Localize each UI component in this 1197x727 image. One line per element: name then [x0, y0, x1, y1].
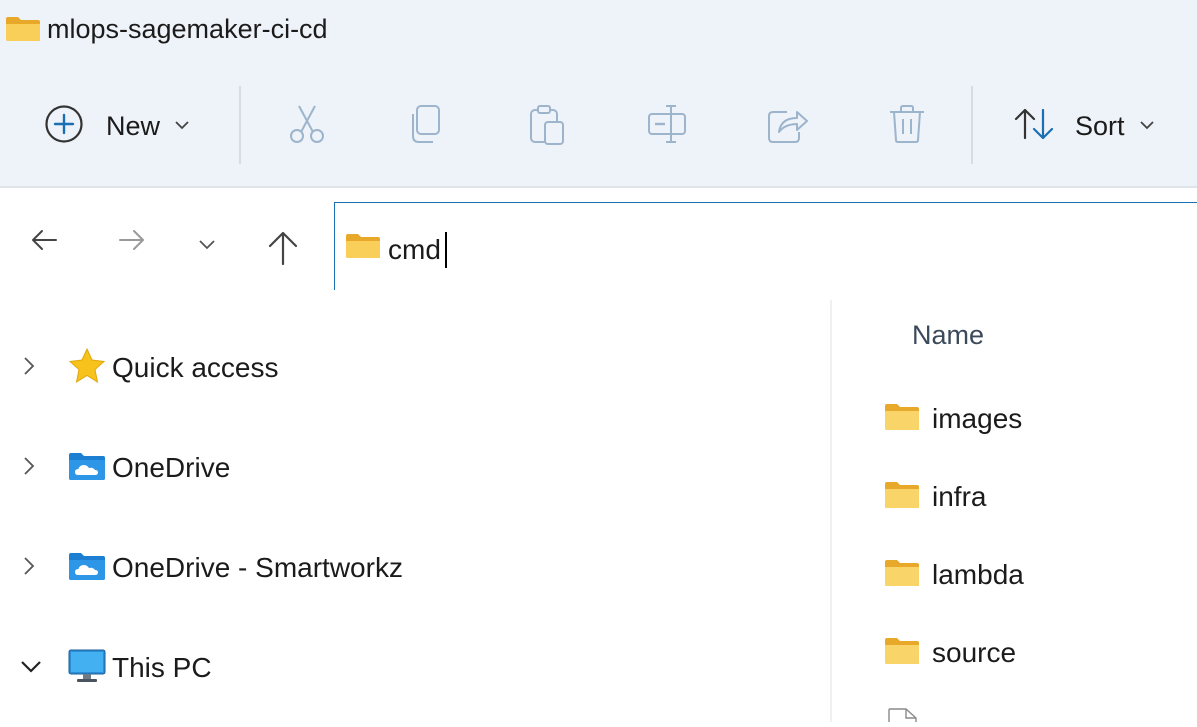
- list-item[interactable]: source: [832, 629, 1197, 679]
- plus-circle-icon: [44, 104, 84, 149]
- nav-item-this-pc[interactable]: This PC: [0, 643, 830, 693]
- forward-arrow-icon[interactable]: [118, 228, 146, 257]
- sort-button[interactable]: Sort: [1013, 104, 1155, 148]
- list-item[interactable]: images: [832, 395, 1197, 445]
- folder-icon: [5, 16, 41, 47]
- title-bar: mlops-sagemaker-ci-cd: [0, 0, 1197, 62]
- command-bar: New Sort: [0, 62, 1197, 188]
- onedrive-folder-icon: [68, 551, 106, 586]
- toolbar-separator: [239, 86, 241, 164]
- file-name: lambda: [932, 559, 1024, 590]
- toolbar-separator: [971, 86, 973, 164]
- nav-item-label: Quick access: [112, 352, 279, 383]
- paste-icon[interactable]: [525, 102, 569, 146]
- chevron-right-icon[interactable]: [22, 555, 36, 582]
- rename-icon[interactable]: [645, 102, 689, 146]
- document-icon[interactable]: [888, 708, 918, 727]
- file-name: images: [932, 403, 1023, 434]
- address-input[interactable]: cmd: [388, 234, 441, 266]
- chevron-down-icon: [1139, 117, 1155, 135]
- folder-icon: [884, 559, 920, 592]
- folder-icon: [345, 233, 381, 264]
- delete-icon[interactable]: [885, 102, 929, 146]
- cut-icon[interactable]: [285, 102, 329, 146]
- chevron-down-icon[interactable]: [20, 659, 42, 678]
- new-button-label: New: [106, 110, 161, 141]
- text-cursor: [445, 232, 447, 268]
- share-icon[interactable]: [765, 102, 809, 146]
- folder-icon: [884, 403, 920, 436]
- chevron-right-icon[interactable]: [22, 355, 36, 382]
- navigation-pane: Quick access OneDrive OneDrive - Smartwo…: [0, 300, 830, 722]
- folder-icon: [884, 637, 920, 670]
- file-name: source: [932, 637, 1017, 668]
- star-icon: [68, 347, 106, 389]
- navigation-bar: cmd: [0, 190, 1197, 290]
- address-bar[interactable]: cmd: [334, 202, 1197, 290]
- folder-icon: [884, 481, 920, 514]
- file-list: Name images infra lambda source: [832, 300, 1197, 722]
- monitor-icon: [68, 648, 106, 689]
- nav-item-onedrive[interactable]: OneDrive: [0, 443, 830, 493]
- nav-item-label: OneDrive: [112, 452, 231, 483]
- nav-item-label: OneDrive - Smartworkz: [112, 552, 403, 583]
- column-header-name[interactable]: Name: [912, 320, 984, 351]
- list-item[interactable]: lambda: [832, 551, 1197, 601]
- sort-arrows-icon: [1013, 106, 1055, 147]
- new-button[interactable]: New: [44, 104, 190, 148]
- file-name: infra: [932, 481, 987, 512]
- nav-item-label: This PC: [112, 652, 212, 683]
- back-arrow-icon[interactable]: [30, 228, 58, 257]
- sort-button-label: Sort: [1075, 110, 1125, 141]
- chevron-right-icon[interactable]: [22, 455, 36, 482]
- chevron-down-icon: [174, 117, 190, 135]
- recent-locations-chevron-icon[interactable]: [198, 237, 216, 255]
- nav-item-onedrive-smartworkz[interactable]: OneDrive - Smartworkz: [0, 543, 830, 593]
- up-arrow-icon[interactable]: [266, 230, 300, 271]
- onedrive-folder-icon: [68, 451, 106, 486]
- window-title: mlops-sagemaker-ci-cd: [47, 14, 328, 44]
- nav-item-quick-access[interactable]: Quick access: [0, 343, 830, 393]
- list-item[interactable]: infra: [832, 473, 1197, 523]
- copy-icon[interactable]: [405, 102, 449, 146]
